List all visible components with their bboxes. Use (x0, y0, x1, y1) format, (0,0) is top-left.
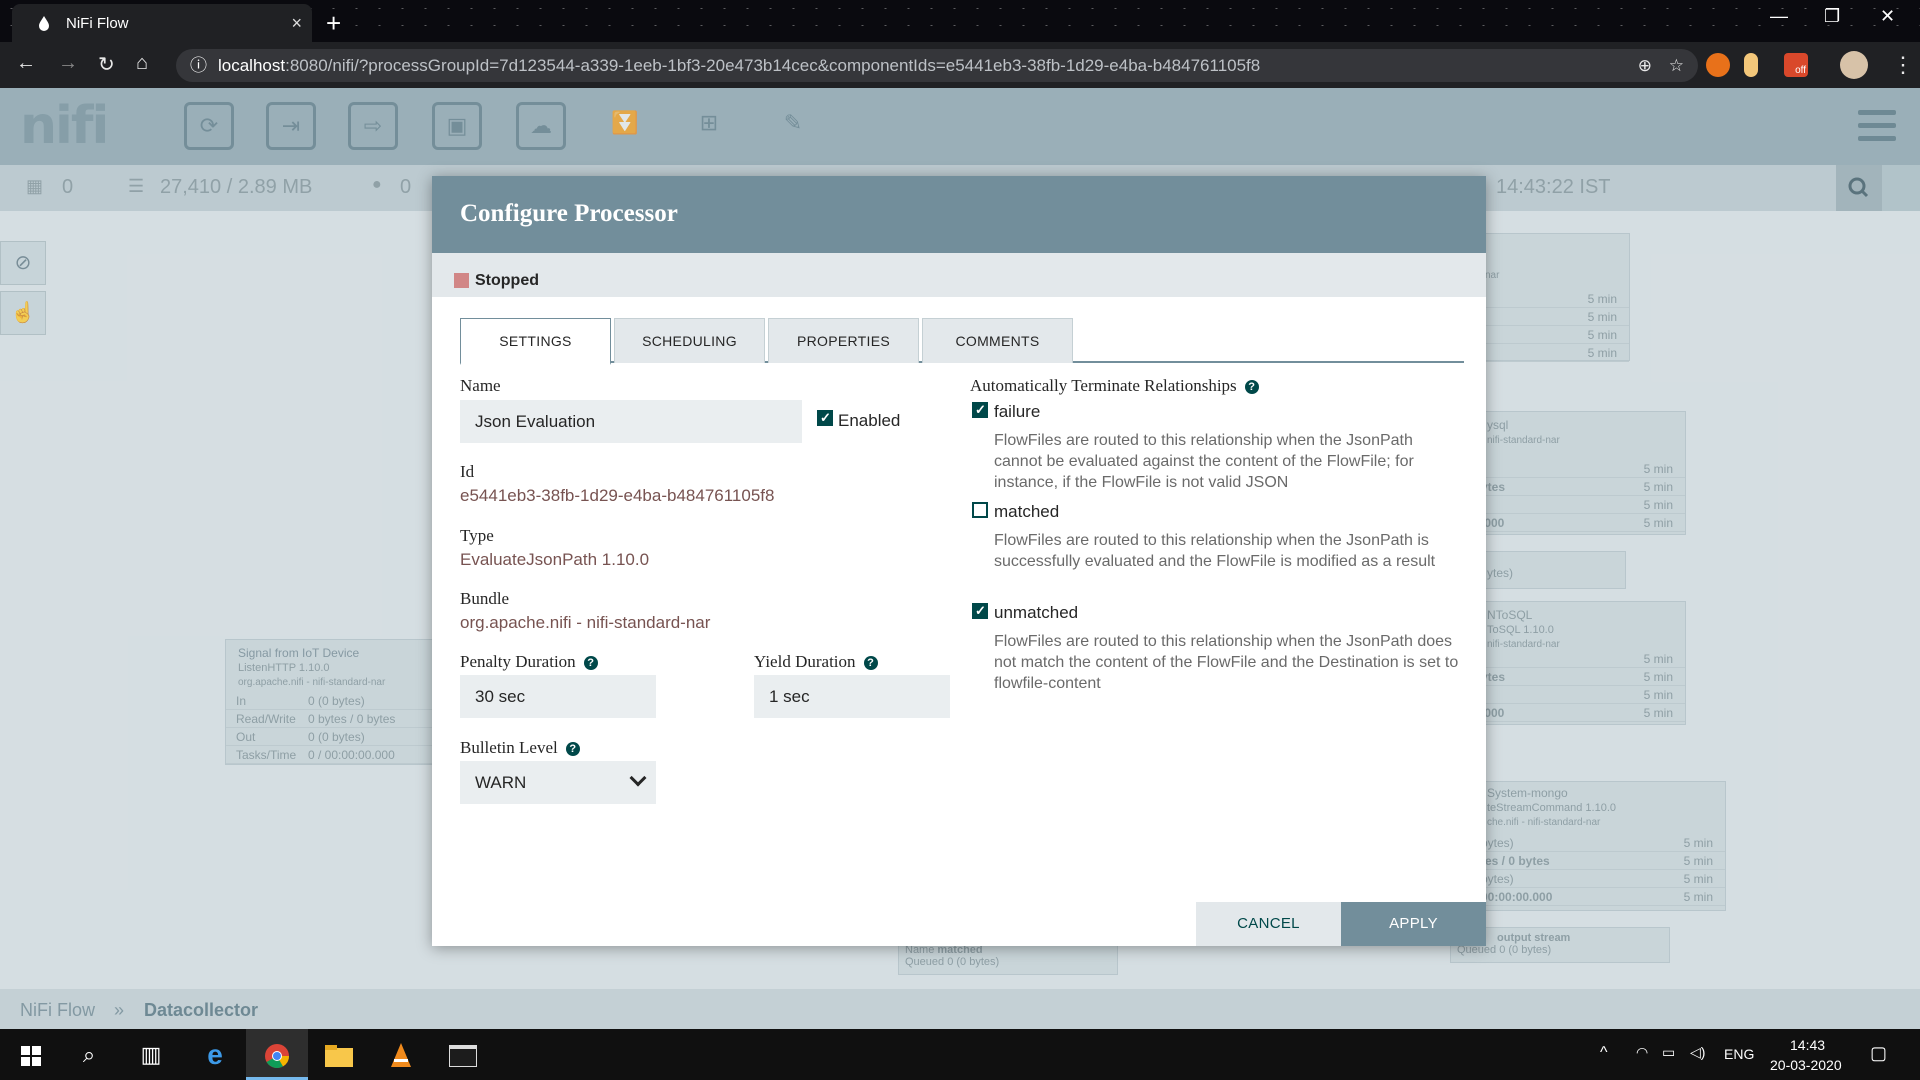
apply-button[interactable]: APPLY (1341, 902, 1486, 946)
tab-close-icon[interactable]: × (291, 13, 302, 34)
browser-menu-icon[interactable]: ⋮ (1892, 52, 1914, 78)
type-value: EvaluateJsonPath 1.10.0 (460, 550, 650, 569)
tab-scheduling[interactable]: SCHEDULING (614, 318, 765, 363)
reload-button[interactable]: ↻ (98, 52, 115, 77)
tab-comments[interactable]: COMMENTS (922, 318, 1073, 363)
restore-button[interactable]: ❐ (1824, 6, 1840, 27)
name-label: Name (460, 376, 501, 395)
relationship-description: FlowFiles are routed to this relationshi… (994, 532, 1436, 570)
browser-tab-strip: NiFi Flow × + — ❐ ✕ (0, 0, 1920, 42)
minimize-button[interactable]: — (1770, 6, 1788, 27)
terminal-icon[interactable] (432, 1029, 494, 1080)
bookmark-star-icon[interactable]: ☆ (1669, 49, 1684, 82)
help-icon[interactable]: ? (1244, 380, 1259, 394)
auto-terminate-label: Automatically Terminate Relationships? (970, 376, 1259, 396)
help-icon[interactable]: ? (565, 742, 580, 756)
relationship-description: FlowFiles are routed to this relationshi… (994, 633, 1459, 692)
failure-checkbox[interactable] (972, 402, 988, 418)
tray-expand-icon[interactable]: ^ (1600, 1044, 1608, 1062)
zoom-icon[interactable]: ⊕ (1638, 49, 1652, 82)
windows-taskbar: ⌕ ▥ e ^ ◠ ▭ ◁) ENG 14:43 20-03-2020 ▢ (0, 1029, 1920, 1080)
file-explorer-icon[interactable] (308, 1029, 370, 1080)
matched-checkbox[interactable] (972, 502, 988, 518)
bundle-label: Bundle (460, 589, 510, 608)
yield-duration-label: Yield Duration? (754, 652, 878, 672)
task-view-icon[interactable]: ▥ (120, 1029, 182, 1080)
id-label: Id (460, 462, 475, 481)
configure-processor-dialog: Configure Processor Stopped SETTINGS SCH… (432, 176, 1486, 946)
penalty-duration-field[interactable]: 30 sec (460, 675, 656, 718)
dialog-tabs: SETTINGS SCHEDULING PROPERTIES COMMENTS (460, 318, 1464, 365)
extension-bulb-icon[interactable] (1744, 53, 1758, 77)
relationship-name: unmatched (994, 603, 1079, 622)
dialog-title: Configure Processor (432, 176, 1486, 253)
url-path: :8080/nifi/?processGroupId=7d123544-a339… (285, 56, 1261, 75)
bulletin-level-select[interactable]: WARN (460, 761, 656, 804)
browser-tab[interactable]: NiFi Flow × (12, 4, 312, 42)
chrome-browser-icon[interactable] (246, 1029, 308, 1080)
relationship-description: FlowFiles are routed to this relationshi… (994, 432, 1414, 491)
window-close-button[interactable]: ✕ (1880, 6, 1895, 27)
new-tab-button[interactable]: + (326, 8, 341, 39)
bulletin-level-value: WARN (475, 773, 527, 792)
language-indicator[interactable]: ENG (1724, 1046, 1754, 1062)
tab-settings[interactable]: SETTINGS (460, 318, 611, 365)
site-info-icon[interactable]: ⓘ (190, 49, 207, 82)
tab-properties[interactable]: PROPERTIES (768, 318, 919, 363)
processor-run-status: Stopped (432, 253, 1486, 297)
profile-avatar[interactable] (1840, 51, 1868, 79)
back-button[interactable]: ← (16, 52, 36, 75)
network-icon[interactable]: ◠ (1636, 1044, 1648, 1061)
url-input[interactable]: ⓘ localhost:8080/nifi/?processGroupId=7d… (176, 49, 1698, 82)
relationship-name: failure (994, 402, 1041, 421)
windows-start-icon[interactable] (0, 1029, 62, 1080)
cancel-button[interactable]: CANCEL (1196, 902, 1341, 946)
clock-time[interactable]: 14:43 (1790, 1037, 1825, 1053)
forward-button[interactable]: → (58, 52, 78, 75)
enabled-label: Enabled (838, 411, 901, 430)
id-value: e5441eb3-38fb-1d29-e4ba-b484761105f8 (460, 486, 775, 505)
search-icon[interactable]: ⌕ (58, 1029, 120, 1080)
penalty-duration-label: Penalty Duration? (460, 652, 598, 672)
stopped-icon (454, 273, 469, 288)
status-text: Stopped (475, 271, 539, 289)
unmatched-checkbox[interactable] (972, 603, 988, 619)
yield-duration-field[interactable]: 1 sec (754, 675, 950, 718)
vlc-icon[interactable] (370, 1029, 432, 1080)
bulletin-level-label: Bulletin Level? (460, 738, 580, 758)
browser-tab-title: NiFi Flow (66, 14, 129, 32)
browser-address-bar: ← → ↻ ⌂ ⓘ localhost:8080/nifi/?processGr… (0, 42, 1920, 88)
battery-icon[interactable]: ▭ (1662, 1044, 1675, 1061)
edge-browser-icon[interactable]: e (184, 1029, 246, 1080)
type-label: Type (460, 526, 494, 545)
extension-fire-icon[interactable] (1706, 53, 1730, 77)
help-icon[interactable]: ? (583, 656, 598, 670)
help-icon[interactable]: ? (863, 656, 878, 670)
url-host: localhost (218, 56, 286, 75)
volume-icon[interactable]: ◁) (1690, 1044, 1705, 1061)
extension-off-icon[interactable]: off (1784, 53, 1808, 77)
relationship-name: matched (994, 502, 1060, 521)
chevron-down-icon (629, 769, 647, 787)
name-field[interactable]: Json Evaluation (460, 400, 802, 443)
nifi-favicon-icon (36, 15, 52, 31)
enabled-checkbox[interactable] (817, 410, 833, 426)
clock-date[interactable]: 20-03-2020 (1770, 1057, 1842, 1073)
notifications-icon[interactable]: ▢ (1870, 1043, 1887, 1064)
home-button[interactable]: ⌂ (136, 52, 148, 75)
bundle-value: org.apache.nifi - nifi-standard-nar (460, 613, 711, 632)
